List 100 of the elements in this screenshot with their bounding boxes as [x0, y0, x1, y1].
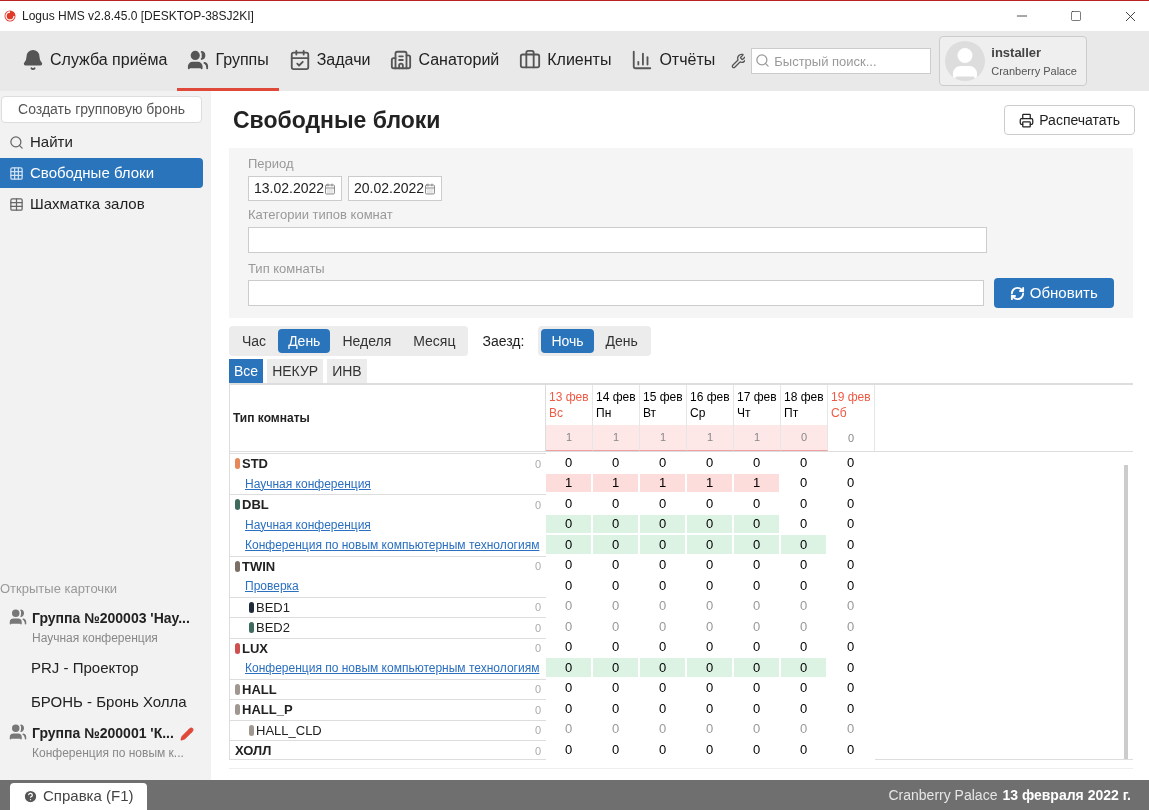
toggle-tab[interactable]: День — [595, 329, 648, 353]
nav-tab[interactable]: Служба приёма — [12, 31, 178, 91]
table-cell: 1 — [546, 473, 593, 494]
table-cell: 0 — [546, 719, 593, 740]
row-total: 0 — [534, 743, 541, 759]
table-cell: 0 — [546, 699, 593, 720]
toggle-tab[interactable]: День — [278, 329, 331, 353]
table-cell: 0 — [546, 555, 593, 576]
segment-tab[interactable]: Все — [229, 359, 264, 383]
table-cell: 0 — [828, 514, 875, 535]
sidebar-item[interactable]: Свободные блоки — [0, 158, 203, 188]
date-field[interactable]: 20.02.2022 — [348, 176, 442, 201]
users-icon — [187, 48, 210, 71]
table-cell: 0 — [593, 555, 640, 576]
search-field[interactable]: Быстрый поиск... — [751, 48, 932, 74]
row-total: 0 — [534, 559, 541, 574]
nav-tab[interactable]: Задачи — [278, 31, 381, 91]
table-cell: 0 — [828, 535, 875, 556]
table-cell: 0 — [546, 617, 593, 638]
maximize-icon[interactable] — [1070, 10, 1082, 22]
toggle-tab[interactable]: Месяц — [403, 329, 466, 353]
help-button[interactable]: Справка (F1) — [10, 783, 147, 810]
category-field[interactable] — [248, 226, 987, 253]
table-cell: 0 — [593, 699, 640, 720]
total-cell: 0 — [781, 425, 828, 451]
sidebar-item[interactable]: Найти — [0, 127, 203, 157]
table-cell: 0 — [781, 473, 828, 494]
group-link[interactable]: Конференция по новым компьютерным технологиям — [245, 659, 540, 678]
table-cell: 0 — [546, 658, 593, 679]
date-field[interactable]: 13.02.2022 — [248, 176, 342, 201]
table-cell: 0 — [687, 596, 734, 617]
window-title: Logus HMS v2.8.45.0 [DESKTOP-38SJ2KI] — [22, 8, 254, 25]
group-link[interactable]: Конференция по новым компьютерным технологиям — [245, 536, 540, 555]
table-cell: 0 — [593, 514, 640, 535]
open-card[interactable]: Группа №200001 'К... Конференция по новым к... — [0, 719, 211, 766]
create-group-booking-button[interactable]: Создать групповую бронь — [1, 96, 202, 123]
table-cell: 0 — [828, 699, 875, 720]
table-cell: 0 — [828, 678, 875, 699]
nav-tab[interactable]: Клиенты — [509, 31, 622, 91]
table-cell: 0 — [640, 719, 687, 740]
table-cell: 0 — [687, 678, 734, 699]
field-label: Категории типов комнат — [248, 206, 394, 224]
room-type-field[interactable] — [248, 280, 984, 306]
wrench-icon[interactable] — [731, 53, 746, 69]
table-cell: 0 — [640, 740, 687, 761]
table-cell: 0 — [687, 658, 734, 679]
bar-chart-icon — [631, 48, 654, 71]
table-cell: 0 — [546, 678, 593, 699]
row-total: 0 — [534, 641, 541, 656]
toggle-tab[interactable]: Ночь — [541, 329, 594, 353]
user-name: installer — [991, 44, 1043, 62]
table-cell: 0 — [781, 740, 828, 761]
table-cell: 0 — [781, 699, 828, 720]
help-icon — [23, 789, 38, 804]
card-subtitle: Научная конференция — [32, 630, 159, 647]
table-cell: 0 — [687, 617, 734, 638]
bell-icon — [22, 48, 44, 71]
table-cell: 0 — [734, 555, 781, 576]
briefcase-icon — [519, 48, 542, 71]
table-cell: 0 — [828, 658, 875, 679]
table-cell: 1 — [640, 473, 687, 494]
room-type-name: LUX — [242, 639, 268, 658]
nav-tab[interactable]: Санаторий — [380, 31, 510, 91]
grid-icon — [9, 165, 24, 181]
toggle-tab[interactable]: Час — [232, 329, 277, 353]
table-cell: 0 — [640, 658, 687, 679]
refresh-button[interactable]: Обновить — [993, 278, 1114, 308]
room-type-name: STD — [242, 455, 268, 473]
total-cell: 1 — [640, 425, 687, 451]
total-cell: 1 — [687, 425, 734, 451]
sidebar-item[interactable]: Шахматка залов — [0, 189, 203, 219]
table-cell: 0 — [593, 596, 640, 617]
table-cell: 0 — [593, 658, 640, 679]
group-link[interactable]: Проверка — [245, 577, 299, 596]
room-type-name: DBL — [242, 496, 269, 514]
segment-tab[interactable]: НЕКУР — [267, 359, 324, 383]
table-cell: 0 — [828, 576, 875, 597]
open-card[interactable]: Группа №200003 'Нау... Научная конференция — [0, 604, 211, 651]
row-total: 0 — [534, 620, 541, 636]
table-cell: 0 — [546, 514, 593, 535]
table-cell: 0 — [828, 596, 875, 617]
row-total: 0 — [534, 682, 541, 697]
table-cell: 0 — [734, 535, 781, 556]
table-cell: 0 — [687, 514, 734, 535]
table-cell: 0 — [640, 596, 687, 617]
table-cell: 0 — [687, 719, 734, 740]
toggle-tab[interactable]: Неделя — [332, 329, 402, 353]
card-title: Группа №200003 'Нау... — [32, 609, 190, 628]
table-cell: 0 — [687, 555, 734, 576]
user-card[interactable]: installer Cranberry Palace — [939, 36, 1088, 86]
printer-icon — [1019, 112, 1035, 128]
open-card[interactable]: PRJ - Проектор — [0, 651, 211, 685]
segment-tab[interactable]: ИНВ — [327, 359, 367, 383]
table-cell: 0 — [593, 535, 640, 556]
nav-tab[interactable]: Отчёты — [621, 31, 726, 91]
group-link[interactable]: Научная конференция — [245, 474, 371, 493]
row-total: 0 — [534, 723, 541, 738]
group-link[interactable]: Научная конференция — [245, 515, 371, 534]
print-button[interactable]: Распечатать — [1004, 105, 1135, 136]
open-card[interactable]: БРОНЬ - Бронь Холла — [0, 685, 211, 719]
